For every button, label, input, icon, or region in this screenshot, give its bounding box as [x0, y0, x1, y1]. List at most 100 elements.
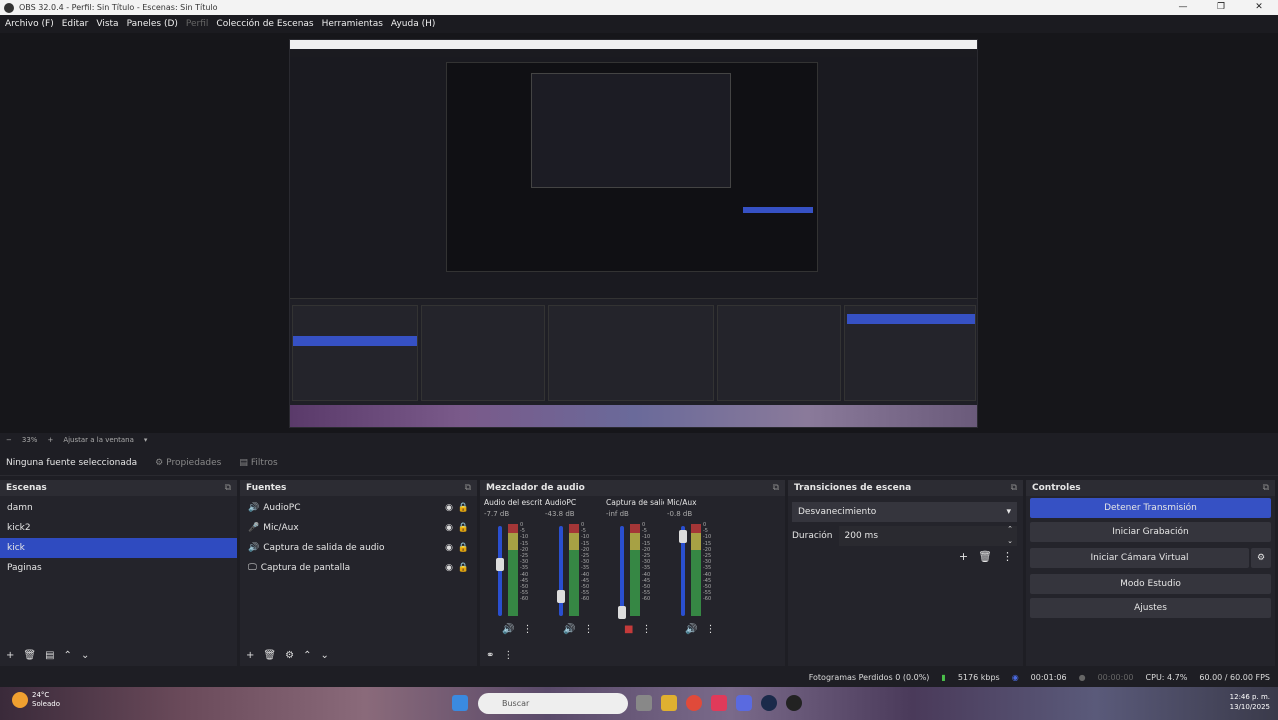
scene-item[interactable]: Paginas: [0, 558, 237, 578]
menu-scene-collection[interactable]: Colección de Escenas: [216, 19, 313, 29]
eye-icon[interactable]: ◉: [445, 558, 453, 578]
add-icon[interactable]: +: [959, 550, 968, 563]
filters-button[interactable]: ▤ Filtros: [239, 458, 277, 468]
close-button[interactable]: ✕: [1240, 0, 1278, 15]
more-options-icon[interactable]: ⋮: [1002, 550, 1013, 563]
volume-slider-handle[interactable]: [618, 606, 626, 619]
eye-icon[interactable]: ◉: [445, 538, 453, 558]
zoom-out-icon[interactable]: −: [6, 436, 12, 444]
speaker-icon[interactable]: 🔊: [502, 624, 514, 635]
preview-nested-mixer: [548, 305, 714, 401]
studio-mode-button[interactable]: Modo Estudio: [1030, 574, 1271, 594]
volume-slider-handle[interactable]: [557, 590, 565, 603]
lock-icon[interactable]: 🔒: [458, 518, 469, 538]
source-item[interactable]: 🖵 Captura de pantalla ◉ 🔒: [240, 558, 477, 578]
preview-nested-sources: [421, 305, 545, 401]
mixer-channel: Captura de salida de audio -inf dB 0-5-10-…: [606, 498, 664, 644]
filter-icon[interactable]: ▤: [45, 650, 54, 661]
transition-select-value: Desvanecimiento: [798, 507, 877, 517]
stop-streaming-button[interactable]: Detener Transmisión: [1030, 498, 1271, 518]
source-item[interactable]: 🔊 Captura de salida de audio ◉ 🔒: [240, 538, 477, 558]
settings-button[interactable]: Ajustes: [1030, 598, 1271, 618]
menu-file[interactable]: Archivo (F): [5, 19, 54, 29]
obs-icon[interactable]: [786, 695, 802, 711]
meter-tick: -35: [520, 565, 529, 572]
speaker-icon[interactable]: 🔊: [563, 624, 575, 635]
menu-docks[interactable]: Paneles (D): [127, 19, 178, 29]
source-item[interactable]: 🔊 AudioPC ◉ 🔒: [240, 498, 477, 518]
taskbar-search[interactable]: Buscar: [478, 693, 628, 714]
spin-icon[interactable]: ⌃ ⌄: [1007, 523, 1013, 547]
trash-icon[interactable]: 🗑: [978, 550, 992, 563]
more-options-icon[interactable]: ⋮: [503, 650, 513, 661]
chrome-icon[interactable]: [686, 695, 702, 711]
menu-bar: Archivo (F) Editar Vista Paneles (D) Per…: [0, 15, 1278, 33]
more-options-icon[interactable]: ⋮: [522, 624, 532, 635]
volume-slider-handle[interactable]: [496, 558, 504, 571]
chevron-down-icon[interactable]: ▾: [144, 436, 148, 444]
weather-widget[interactable]: 24°C Soleado: [12, 691, 60, 709]
chevron-down-icon[interactable]: ⌄: [81, 650, 89, 661]
undock-icon[interactable]: ⧉: [773, 480, 779, 496]
eye-icon[interactable]: ◉: [445, 498, 453, 518]
menu-help[interactable]: Ayuda (H): [391, 19, 435, 29]
system-clock[interactable]: 12:46 p. m. 13/10/2025: [1230, 692, 1270, 712]
link-icon[interactable]: ⚭: [486, 650, 494, 661]
add-icon[interactable]: +: [6, 650, 14, 661]
trash-icon[interactable]: 🗑: [23, 650, 36, 661]
lock-icon[interactable]: 🔒: [458, 538, 469, 558]
menu-view[interactable]: Vista: [96, 19, 118, 29]
gear-icon[interactable]: ⚙: [285, 650, 294, 661]
maximize-button[interactable]: ❐: [1202, 0, 1240, 15]
more-options-icon[interactable]: ⋮: [705, 624, 715, 635]
source-item[interactable]: 🎤 Mic/Aux ◉ 🔒: [240, 518, 477, 538]
start-recording-button[interactable]: Iniciar Grabación: [1030, 522, 1271, 542]
start-virtual-camera-button[interactable]: Iniciar Cámara Virtual: [1030, 548, 1249, 568]
properties-button[interactable]: ⚙ Propiedades: [155, 458, 221, 468]
speaker-icon[interactable]: 🔊: [685, 624, 697, 635]
scene-item[interactable]: damn: [0, 498, 237, 518]
undock-icon[interactable]: ⧉: [1263, 480, 1269, 496]
bitrate: 5176 kbps: [957, 672, 1000, 682]
chevron-up-icon[interactable]: ⌃: [303, 650, 311, 661]
discord-icon[interactable]: [736, 695, 752, 711]
lock-icon[interactable]: 🔒: [458, 558, 469, 578]
trash-icon[interactable]: 🗑: [263, 650, 276, 661]
scene-item-selected[interactable]: kick: [0, 538, 237, 558]
task-view-icon[interactable]: [636, 695, 652, 711]
gear-icon[interactable]: ⚙: [1251, 548, 1271, 568]
menu-edit[interactable]: Editar: [62, 19, 89, 29]
more-options-icon[interactable]: ⋮: [583, 624, 593, 635]
channel-db: -inf dB: [606, 510, 629, 518]
muted-icon[interactable]: ■: [624, 624, 633, 635]
zoom-in-icon[interactable]: +: [47, 436, 53, 444]
volume-slider[interactable]: [620, 526, 624, 616]
undock-icon[interactable]: ⧉: [1011, 480, 1017, 496]
transition-select[interactable]: Desvanecimiento ▾: [792, 502, 1017, 522]
volume-slider[interactable]: [498, 526, 502, 616]
music-icon[interactable]: [711, 695, 727, 711]
chevron-down-icon[interactable]: ⌄: [320, 650, 328, 661]
steam-icon[interactable]: [761, 695, 777, 711]
fit-window-label[interactable]: Ajustar a la ventana: [63, 436, 134, 444]
duration-input[interactable]: 200 ms ⌃ ⌄: [838, 523, 1017, 547]
lock-icon[interactable]: 🔒: [458, 498, 469, 518]
undock-icon[interactable]: ⧉: [465, 480, 471, 496]
undock-icon[interactable]: ⧉: [225, 480, 231, 496]
chevron-up-icon[interactable]: ⌃: [64, 650, 72, 661]
meter-scale: 0 -5 -10 -15 -20 -25 -30 -35 -40 -45 -50 -55 -60: [642, 522, 650, 603]
minimize-button[interactable]: —: [1164, 0, 1202, 15]
zoom-level[interactable]: 33%: [22, 436, 38, 444]
scene-item[interactable]: kick2: [0, 518, 237, 538]
file-explorer-icon[interactable]: [661, 695, 677, 711]
menu-tools[interactable]: Herramientas: [322, 19, 383, 29]
menu-profile[interactable]: Perfil: [186, 19, 209, 29]
meter-tick: -10: [703, 534, 712, 541]
preview-canvas[interactable]: [289, 39, 978, 428]
windows-start-icon[interactable]: [452, 695, 468, 711]
volume-slider-handle[interactable]: [679, 530, 687, 543]
add-icon[interactable]: +: [246, 650, 254, 661]
more-options-icon[interactable]: ⋮: [641, 624, 651, 635]
preview-area[interactable]: [0, 33, 1278, 433]
eye-icon[interactable]: ◉: [445, 518, 453, 538]
